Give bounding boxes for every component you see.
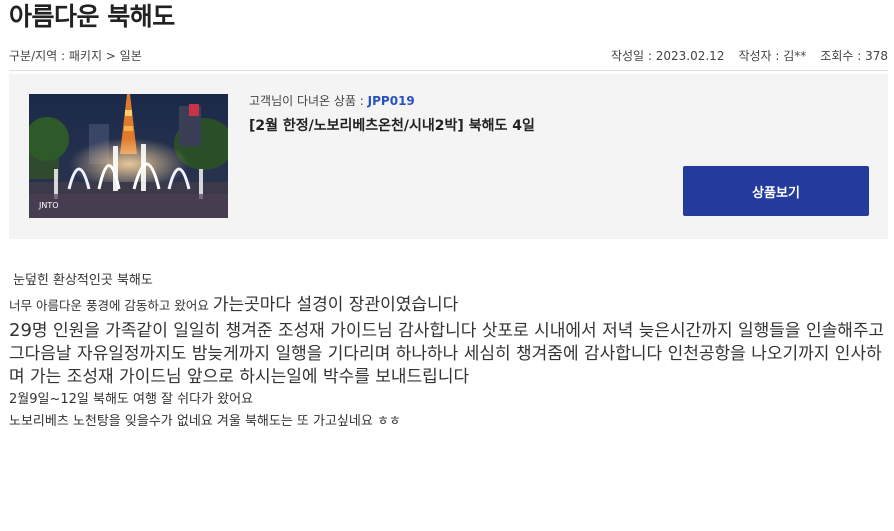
fountain-night-image: JNTO [29,94,228,218]
content-line: 2월9일~12일 북해도 여행 잘 쉬다가 왔어요 [9,392,254,407]
image-watermark: JNTO [38,201,59,210]
content-line: 눈덮힌 환상적인곳 북해도 [13,273,153,288]
content-line: 너무 아름다운 풍경에 감동하고 왔어요 가는곳마다 설경이 장관이였습니다 [9,292,888,319]
ordered-label: 고객님이 다녀온 상품 : [249,94,368,108]
header-divider [9,70,888,71]
product-info: 고객님이 다녀온 상품 : JPP019 [2월 한정/노보리베츠온천/시내2박… [249,92,535,136]
content-text-large: 가는곳마다 설경이 장관이였습니다 [212,295,459,315]
category-path: 구분/지역 : 패키지 > 일본 [9,48,142,63]
product-thumbnail[interactable]: JNTO [29,94,228,218]
post-author: 작성자 : 김** [738,48,807,63]
post-date: 작성일 : 2023.02.12 [610,48,725,63]
content-line: 노보리베츠 노천탕을 잊을수가 없네요 겨울 북해도는 또 가고싶네요 ㅎㅎ [9,414,401,429]
product-code[interactable]: JPP019 [368,94,415,108]
product-card: JNTO 고객님이 다녀온 상품 : JPP019 [2월 한정/노보리베츠온천… [9,74,888,239]
post-title: 아름다운 북해도 [9,2,175,31]
view-product-button[interactable]: 상품보기 [683,166,869,216]
ordered-product-line: 고객님이 다녀온 상품 : JPP019 [249,92,535,110]
product-name[interactable]: [2월 한정/노보리베츠온천/시내2박] 북해도 4일 [249,116,535,136]
content-lead-number: 29 [9,320,32,341]
post-content: 눈덮힌 환상적인곳 북해도 너무 아름다운 풍경에 감동하고 왔어요 가는곳마다… [9,270,888,433]
post-info: 작성일 : 2023.02.12 작성자 : 김** 조회수 : 378 [611,47,888,64]
post-views: 조회수 : 378 [820,48,888,63]
category-breadcrumb: 구분/지역 : 패키지 > 일본 [9,47,142,64]
content-text-small: 너무 아름다운 풍경에 감동하고 왔어요 [9,298,213,313]
content-paragraph-text: 명 인원을 가족같이 일일히 챙겨준 조성재 가이드님 감사합니다 삿포로 시내… [9,321,885,387]
content-paragraph: 29명 인원을 가족같이 일일히 챙겨준 조성재 가이드님 감사합니다 삿포로 … [9,319,889,389]
post-meta: 구분/지역 : 패키지 > 일본 작성일 : 2023.02.12 작성자 : … [9,45,888,65]
